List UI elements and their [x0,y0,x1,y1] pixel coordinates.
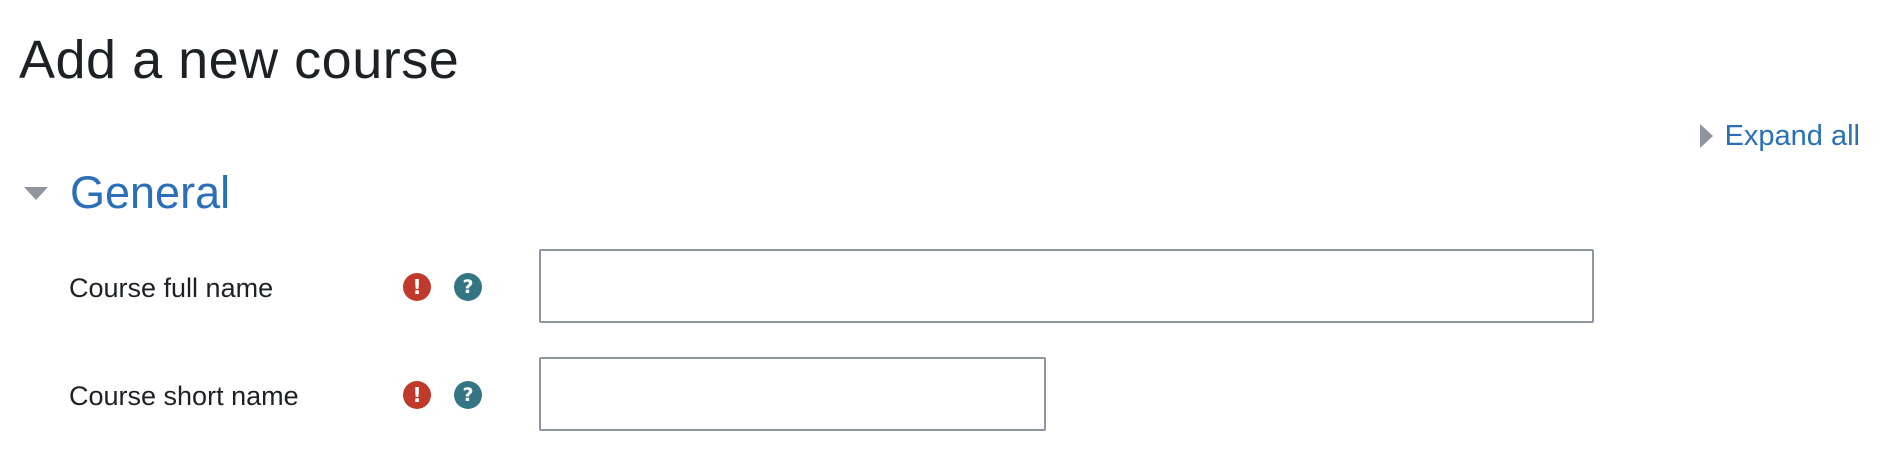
help-icon[interactable]: ? [454,381,482,409]
caret-right-icon [1699,124,1713,148]
page-title: Add a new course [19,30,460,90]
section-general-toggle[interactable]: General [24,165,230,221]
field-label-shortname: Course short name [69,381,299,411]
expand-all-label: Expand all [1724,120,1860,152]
add-course-page: Add a new course Expand all General Cour… [0,0,1886,458]
course-full-name-input[interactable] [539,249,1594,323]
required-icon: ! [403,273,431,301]
form-row-shortname: Course short name ! ? [0,357,1886,431]
field-label-fullname: Course full name [69,273,274,303]
required-icon: ! [403,381,431,409]
form-row-fullname: Course full name ! ? [0,249,1886,323]
section-title: General [70,167,231,218]
expand-all-link[interactable]: Expand all [1699,118,1860,154]
caret-down-icon [24,186,48,200]
help-icon[interactable]: ? [454,273,482,301]
course-short-name-input[interactable] [539,357,1046,431]
